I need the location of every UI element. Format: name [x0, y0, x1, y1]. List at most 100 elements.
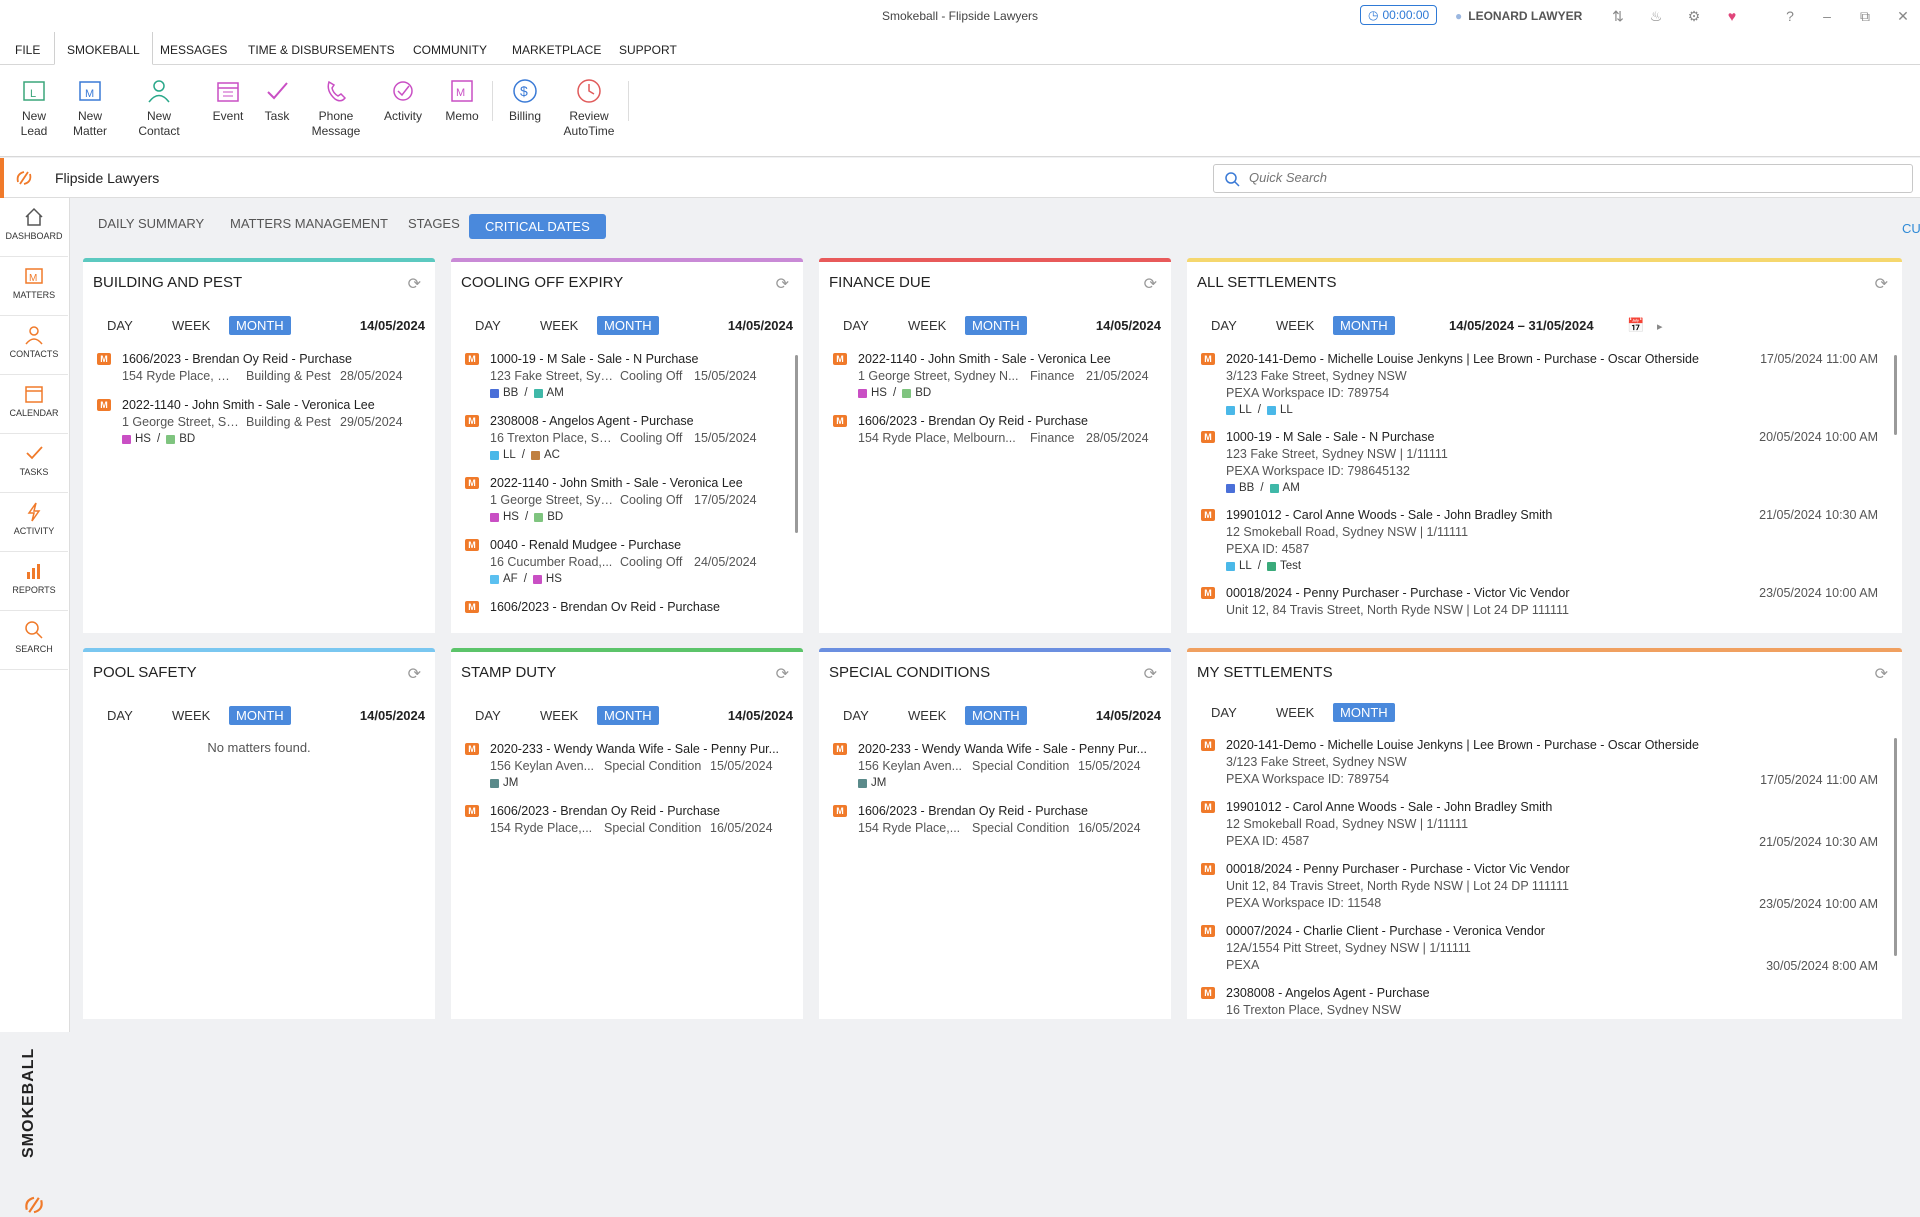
timer-button[interactable]: ◷ 00:00:00	[1360, 5, 1438, 25]
range-week-button[interactable]: WEEK	[908, 708, 946, 723]
refresh-icon[interactable]: ⟳	[776, 274, 789, 294]
matter-item[interactable]: M 2022-1140 - John Smith - Sale - Veronic…	[97, 398, 425, 445]
new-matter-button[interactable]: M New Matter	[70, 77, 110, 139]
settlement-item[interactable]: M 2020-141-Demo - Michelle Louise Jenkyns…	[1201, 352, 1892, 416]
matter-item[interactable]: M 2020-233 - Wendy Wanda Wife - Sale - Pe…	[833, 742, 1161, 789]
new-lead-button[interactable]: L New Lead	[16, 77, 52, 139]
matter-item[interactable]: M 1000-19 - M Sale - Sale - N Purchase 123…	[465, 352, 793, 399]
range-month-button[interactable]: MONTH	[1333, 703, 1395, 722]
settlement-item[interactable]: M 00018/2024 - Penny Purchaser - Purchase…	[1201, 586, 1892, 617]
range-day-button[interactable]: DAY	[107, 708, 133, 723]
range-day-button[interactable]: DAY	[843, 708, 869, 723]
refresh-icon[interactable]: ⟳	[1144, 664, 1157, 684]
user-menu[interactable]: ● LEONARD LAWYER	[1455, 9, 1582, 23]
refresh-icon[interactable]: ⟳	[408, 664, 421, 684]
nav-contacts[interactable]: CONTACTS	[0, 316, 68, 375]
range-month-button[interactable]: MONTH	[597, 706, 659, 725]
settlement-item[interactable]: M 19901012 - Carol Anne Woods - Sale - Jo…	[1201, 800, 1892, 849]
nav-tasks[interactable]: TASKS	[0, 434, 68, 493]
sync-icon[interactable]: ⇅	[1608, 6, 1628, 26]
customise-link[interactable]: CUSTOMISE	[1902, 221, 1920, 236]
task-button[interactable]: Task	[261, 77, 293, 124]
tab-critical-dates[interactable]: CRITICAL DATES	[469, 214, 606, 239]
settlement-item[interactable]: M 2020-141-Demo - Michelle Louise Jenkyns…	[1201, 738, 1892, 787]
matter-item[interactable]: M 1606/2023 - Brendan Oy Reid - Purchase 1…	[833, 804, 1161, 835]
scrollbar[interactable]	[795, 355, 798, 533]
menu-community[interactable]: COMMUNITY	[413, 43, 487, 57]
tab-matters-management[interactable]: MATTERS MANAGEMENT	[230, 216, 388, 231]
range-week-button[interactable]: WEEK	[1276, 705, 1314, 720]
matter-item[interactable]: M 1606/2023 - Brendan Oy Reid - Purchase 1…	[465, 804, 793, 835]
range-month-button[interactable]: MONTH	[965, 316, 1027, 335]
refresh-icon[interactable]: ⟳	[1875, 664, 1888, 684]
settlement-item[interactable]: M 2308008 - Angelos Agent - Purchase 16 Tr…	[1201, 986, 1892, 1015]
range-day-button[interactable]: DAY	[475, 318, 501, 333]
scrollbar[interactable]	[1894, 355, 1897, 435]
phone-message-button[interactable]: Phone Message	[311, 77, 361, 139]
range-week-button[interactable]: WEEK	[172, 318, 210, 333]
menu-marketplace[interactable]: MARKETPLACE	[512, 43, 601, 57]
restore-icon[interactable]: ⧉	[1855, 6, 1875, 26]
settlement-item[interactable]: M 1000-19 - M Sale - Sale - N Purchase 20/…	[1201, 430, 1892, 494]
settlement-item[interactable]: M 00018/2024 - Penny Purchaser - Purchase…	[1201, 862, 1892, 911]
range-month-button[interactable]: MONTH	[965, 706, 1027, 725]
minimize-icon[interactable]: –	[1817, 6, 1837, 26]
range-day-button[interactable]: DAY	[1211, 705, 1237, 720]
help-icon[interactable]: ?	[1780, 6, 1800, 26]
gear-icon[interactable]: ⚙	[1684, 6, 1704, 26]
range-day-button[interactable]: DAY	[843, 318, 869, 333]
settlement-item[interactable]: M 19901012 - Carol Anne Woods - Sale - Jo…	[1201, 508, 1892, 572]
range-month-button[interactable]: MONTH	[1333, 316, 1395, 335]
refresh-icon[interactable]: ⟳	[1875, 274, 1888, 294]
range-week-button[interactable]: WEEK	[172, 708, 210, 723]
bell-icon[interactable]: ♨	[1646, 6, 1666, 26]
matter-item[interactable]: M 1606/2023 - Brendan Oy Reid - Purchase 1…	[833, 414, 1161, 445]
menu-messages[interactable]: MESSAGES	[160, 43, 227, 57]
refresh-icon[interactable]: ⟳	[408, 274, 421, 294]
range-day-button[interactable]: DAY	[107, 318, 133, 333]
matter-item[interactable]: M 1606/2023 - Brendan Ov Reid - Purchase	[465, 600, 793, 614]
event-button[interactable]: Event	[210, 77, 246, 124]
quick-search-box[interactable]	[1213, 164, 1913, 193]
range-month-button[interactable]: MONTH	[229, 316, 291, 335]
matter-item[interactable]: M 2022-1140 - John Smith - Sale - Veronic…	[833, 352, 1161, 399]
range-week-button[interactable]: WEEK	[1276, 318, 1314, 333]
range-day-button[interactable]: DAY	[475, 708, 501, 723]
range-month-button[interactable]: MONTH	[229, 706, 291, 725]
nav-activity[interactable]: ACTIVITY	[0, 493, 68, 552]
range-week-button[interactable]: WEEK	[908, 318, 946, 333]
matter-item[interactable]: M 2022-1140 - John Smith - Sale - Veronic…	[465, 476, 793, 523]
nav-reports[interactable]: REPORTS	[0, 552, 68, 611]
menu-support[interactable]: SUPPORT	[619, 43, 677, 57]
nav-calendar[interactable]: CALENDAR	[0, 375, 68, 434]
range-week-button[interactable]: WEEK	[540, 708, 578, 723]
heart-icon[interactable]: ♥	[1722, 6, 1742, 26]
range-day-button[interactable]: DAY	[1211, 318, 1237, 333]
new-contact-button[interactable]: New Contact	[137, 77, 181, 139]
matter-item[interactable]: M 1606/2023 - Brendan Oy Reid - Purchase 1…	[97, 352, 425, 383]
range-month-button[interactable]: MONTH	[597, 316, 659, 335]
settlement-item[interactable]: M 00007/2024 - Charlie Client - Purchase …	[1201, 924, 1892, 973]
next-arrow-icon[interactable]: ▸	[1657, 320, 1663, 333]
quick-search-input[interactable]	[1249, 170, 1889, 185]
refresh-icon[interactable]: ⟳	[776, 664, 789, 684]
nav-matters[interactable]: M MATTERS	[0, 257, 68, 316]
review-autotime-button[interactable]: Review AutoTime	[561, 77, 617, 139]
matter-item[interactable]: M 2308008 - Angelos Agent - Purchase 16 Tr…	[465, 414, 793, 461]
tab-stages[interactable]: STAGES	[408, 216, 460, 231]
scrollbar[interactable]	[1894, 738, 1897, 956]
close-icon[interactable]: ✕	[1893, 6, 1913, 26]
range-week-button[interactable]: WEEK	[540, 318, 578, 333]
menu-file[interactable]: FILE	[15, 43, 40, 57]
menu-time-disbursements[interactable]: TIME & DISBURSEMENTS	[248, 43, 395, 57]
tab-daily-summary[interactable]: DAILY SUMMARY	[98, 216, 204, 231]
calendar-picker-icon[interactable]: 📅	[1627, 317, 1644, 334]
nav-search[interactable]: SEARCH	[0, 611, 68, 670]
matter-item[interactable]: M 0040 - Renald Mudgee - Purchase 16 Cucum…	[465, 538, 793, 585]
matter-item[interactable]: M 2020-233 - Wendy Wanda Wife - Sale - Pe…	[465, 742, 793, 789]
memo-button[interactable]: M Memo	[442, 77, 482, 124]
nav-dashboard[interactable]: DASHBOARD	[0, 198, 68, 257]
billing-button[interactable]: $ Billing	[505, 77, 545, 124]
menu-smokeball[interactable]: SMOKEBALL	[54, 32, 153, 65]
refresh-icon[interactable]: ⟳	[1144, 274, 1157, 294]
